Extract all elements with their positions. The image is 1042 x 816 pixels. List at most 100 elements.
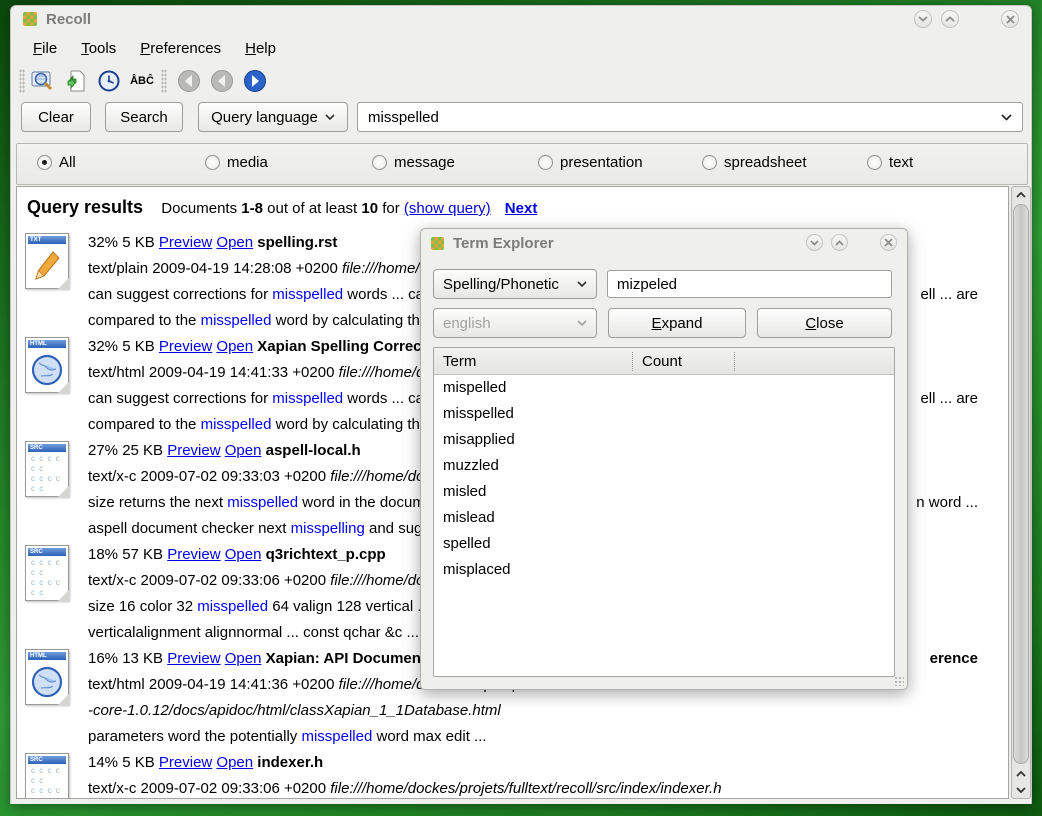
results-scrollbar[interactable] xyxy=(1011,186,1031,799)
first-page-icon[interactable] xyxy=(174,67,204,95)
minimize-button[interactable] xyxy=(914,10,932,28)
main-titlebar[interactable]: Recoll xyxy=(11,6,1031,32)
term-input[interactable]: mizpeled xyxy=(607,270,892,298)
preview-link[interactable]: Preview xyxy=(159,754,212,771)
next-page-link[interactable]: Next xyxy=(505,200,538,217)
open-link[interactable]: Open xyxy=(216,754,253,771)
highlighted-term: misspelled xyxy=(227,494,298,511)
clear-button[interactable]: Clear xyxy=(21,102,91,132)
preview-link[interactable]: Preview xyxy=(159,234,212,251)
term-explorer-icon[interactable]: ÅBĈ xyxy=(127,67,157,95)
filter-radio-media[interactable]: media xyxy=(205,154,268,171)
dialog-close-button[interactable] xyxy=(880,234,897,251)
term-row[interactable]: muzzled xyxy=(434,453,894,479)
highlighted-term: misspelled xyxy=(201,312,272,329)
html-file-icon: HTML xyxy=(25,649,69,705)
clipped-text-fragment: ell ... are xyxy=(920,282,978,308)
highlighted-term: misspelled xyxy=(272,390,343,407)
term-row[interactable]: mispelled xyxy=(434,375,894,401)
resize-grip[interactable] xyxy=(894,676,904,686)
history-icon[interactable] xyxy=(94,67,124,95)
html-file-icon: HTML xyxy=(25,337,69,393)
expansion-mode-dropdown[interactable]: Spelling/Phonetic xyxy=(433,269,597,299)
results-range: 1-8 xyxy=(241,200,263,217)
update-index-icon[interactable] xyxy=(61,67,91,95)
src-file-icon: SRCc c c cc cc c c cc c xyxy=(25,545,69,601)
scroll-up-icon[interactable] xyxy=(1012,187,1030,203)
close-button[interactable] xyxy=(1001,10,1019,28)
prev-page-icon[interactable] xyxy=(207,67,237,95)
search-row: Clear Search Query language misspelled xyxy=(11,102,1031,136)
recoll-app-icon xyxy=(23,12,37,26)
open-link[interactable]: Open xyxy=(225,442,262,459)
term-row[interactable]: misplaced xyxy=(434,557,894,583)
preview-link[interactable]: Preview xyxy=(167,546,220,563)
recoll-app-icon xyxy=(431,237,444,250)
term-row[interactable]: misspelled xyxy=(434,401,894,427)
scroll-up-icon[interactable] xyxy=(1012,766,1030,782)
preview-link[interactable]: Preview xyxy=(159,338,212,355)
results-title: Query results xyxy=(27,197,143,217)
dialog-minimize-button[interactable] xyxy=(806,234,823,251)
chevron-down-icon xyxy=(577,281,587,287)
menu-preferences[interactable]: Preferences xyxy=(135,38,226,59)
filter-radio-all[interactable]: All xyxy=(37,154,76,171)
maximize-button[interactable] xyxy=(941,10,959,28)
open-link[interactable]: Open xyxy=(225,546,262,563)
chevron-down-icon xyxy=(325,114,335,120)
clipped-text-fragment: n word ... xyxy=(916,490,978,516)
highlighted-term: misspelled xyxy=(197,598,268,615)
filter-row: All media message presentation spreadsheet te… xyxy=(16,143,1028,185)
preview-link[interactable]: Preview xyxy=(167,442,220,459)
search-preview-icon[interactable] xyxy=(28,67,58,95)
txt-file-icon: TXT xyxy=(25,233,69,289)
src-file-icon: SRCc c c cc cc c c cc c xyxy=(25,441,69,497)
open-link[interactable]: Open xyxy=(216,234,253,251)
show-query-link[interactable]: (show query) xyxy=(404,200,491,217)
term-table: Term Count mispelledmisspelledmisapplied… xyxy=(433,347,895,677)
menu-tools[interactable]: Tools xyxy=(76,38,121,59)
toolbar: ÅBĈ xyxy=(11,63,270,99)
results-total: 10 xyxy=(361,200,378,217)
expand-button[interactable]: Expand xyxy=(608,308,746,338)
radio-icon xyxy=(37,155,52,170)
query-input[interactable]: misspelled xyxy=(357,102,1023,132)
open-link[interactable]: Open xyxy=(216,338,253,355)
highlighted-term: misspelled xyxy=(301,728,372,745)
query-language-dropdown[interactable]: Query language xyxy=(198,102,348,132)
term-row[interactable]: mislead xyxy=(434,505,894,531)
term-row[interactable]: spelled xyxy=(434,531,894,557)
term-row[interactable]: misapplied xyxy=(434,427,894,453)
search-button[interactable]: Search xyxy=(105,102,183,132)
filter-radio-message[interactable]: message xyxy=(372,154,455,171)
radio-icon xyxy=(538,155,553,170)
radio-icon xyxy=(702,155,717,170)
filter-radio-spreadsheet[interactable]: spreadsheet xyxy=(702,154,807,171)
count-column-header[interactable]: Count xyxy=(642,348,682,375)
scroll-down-icon[interactable] xyxy=(1012,782,1030,798)
dialog-maximize-button[interactable] xyxy=(831,234,848,251)
term-column-header[interactable]: Term xyxy=(443,348,476,375)
preview-link[interactable]: Preview xyxy=(167,650,220,667)
filter-radio-text[interactable]: text xyxy=(867,154,913,171)
chevron-down-icon xyxy=(1001,114,1012,121)
term-table-header[interactable]: Term Count xyxy=(434,348,894,375)
dialog-close-action-button[interactable]: Close xyxy=(757,308,892,338)
column-separator[interactable] xyxy=(632,352,633,371)
next-page-icon[interactable] xyxy=(240,67,270,95)
menu-file[interactable]: File xyxy=(28,38,62,59)
open-link[interactable]: Open xyxy=(225,650,262,667)
term-table-body: mispelledmisspelledmisappliedmuzzledmisl… xyxy=(434,375,894,676)
menubar: File Tools Preferences Help xyxy=(11,34,281,62)
radio-icon xyxy=(867,155,882,170)
term-row[interactable]: misled xyxy=(434,479,894,505)
dialog-titlebar[interactable]: Term Explorer xyxy=(421,229,907,257)
filter-radio-presentation[interactable]: presentation xyxy=(538,154,643,171)
highlighted-term: misspelled xyxy=(272,286,343,303)
scrollbar-thumb[interactable] xyxy=(1013,204,1029,764)
language-dropdown[interactable]: english xyxy=(433,308,597,338)
radio-icon xyxy=(372,155,387,170)
column-separator[interactable] xyxy=(734,352,735,371)
toolbar-handle[interactable] xyxy=(19,69,25,93)
menu-help[interactable]: Help xyxy=(240,38,281,59)
